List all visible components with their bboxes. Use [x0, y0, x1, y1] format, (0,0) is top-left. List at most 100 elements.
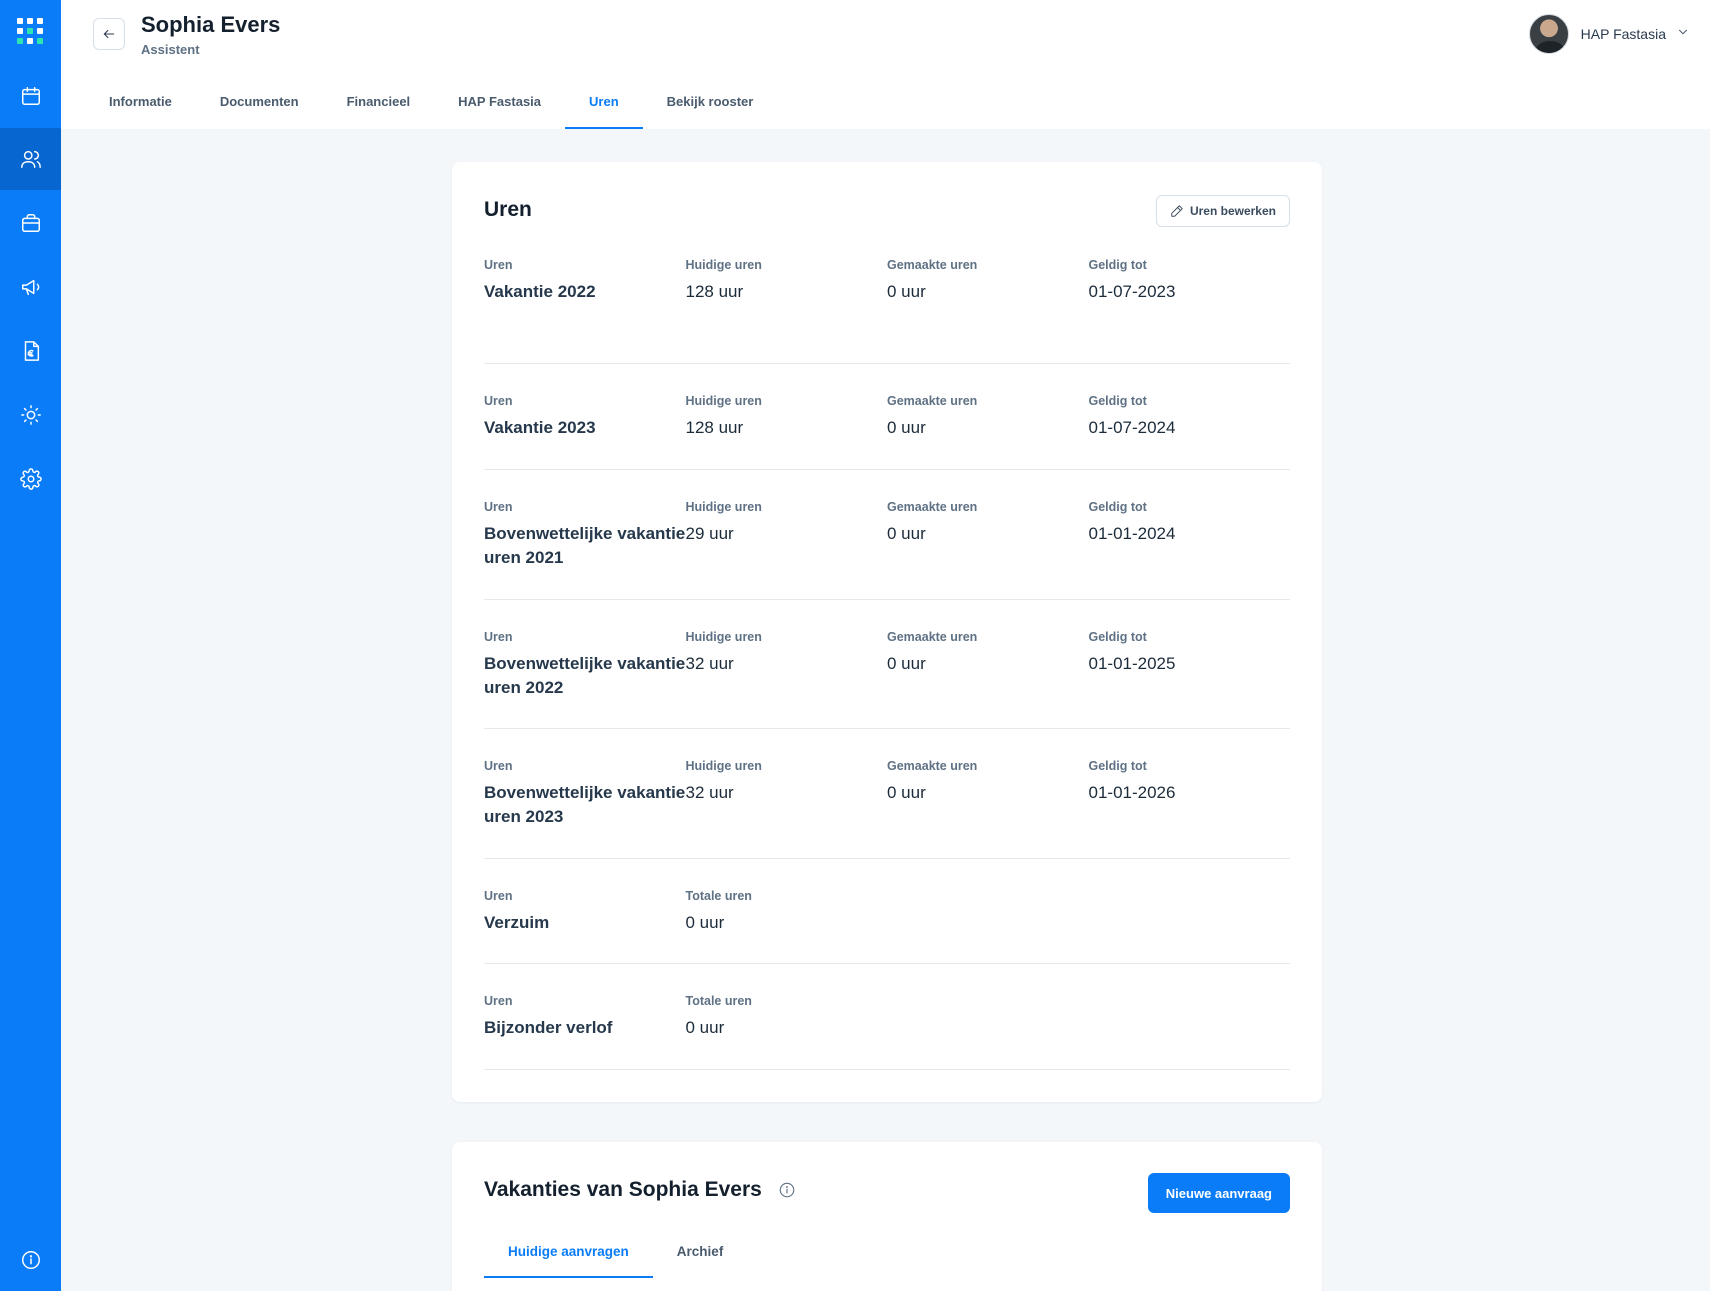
chevron-down-icon: [1678, 29, 1688, 34]
col-label: Gemaakte uren: [887, 394, 978, 408]
tab-huidige-aanvragen[interactable]: Huidige aanvragen: [484, 1234, 653, 1278]
hours-type: Vakantie 2023: [484, 418, 596, 437]
col-label: Uren: [484, 889, 513, 903]
col-label: Geldig tot: [1088, 258, 1147, 272]
valid-until: 01-01-2026: [1088, 783, 1176, 802]
col-label: Huidige uren: [685, 258, 762, 272]
megaphone-icon: [21, 279, 39, 296]
sidebar: [0, 0, 61, 1291]
used-hours: 0 uur: [887, 524, 926, 543]
current-hours: 29 uur: [685, 524, 734, 543]
users-icon: [20, 150, 41, 168]
used-hours: 0 uur: [887, 418, 926, 437]
uren-title: Uren: [484, 198, 532, 221]
current-hours: 32 uur: [685, 783, 734, 802]
uren-row: Uren Bijzonder verlof Totale uren 0 uur: [484, 964, 1290, 1070]
col-label: Geldig tot: [1088, 500, 1147, 514]
col-label: Uren: [484, 994, 513, 1008]
calendar-icon: [21, 87, 40, 105]
briefcase-icon: [21, 214, 40, 232]
col-label: Totale uren: [685, 889, 752, 903]
apps-logo-icon[interactable]: [17, 18, 43, 44]
gear-icon: [19, 468, 42, 490]
info-icon[interactable]: [778, 1181, 796, 1199]
uren-row: Uren Vakantie 2022 Huidige uren 128 uur Ge…: [484, 258, 1290, 364]
info-icon: [21, 1251, 40, 1269]
avatar: [1528, 14, 1569, 54]
col-label: Geldig tot: [1088, 630, 1147, 644]
vakanties-title: Vakanties van Sophia Evers: [484, 1178, 762, 1201]
vakanties-tabs: Huidige aanvragen Archief: [484, 1234, 747, 1278]
used-hours: 0 uur: [887, 654, 926, 673]
sidebar-item-info[interactable]: [0, 1229, 61, 1291]
sidebar-item-vacation[interactable]: [0, 384, 61, 446]
uren-row: Uren Bovenwettelijke vakantie uren 2023 H…: [484, 729, 1290, 859]
col-label: Uren: [484, 630, 513, 644]
tab-documenten[interactable]: Documenten: [196, 86, 323, 129]
tab-uren[interactable]: Uren: [565, 86, 643, 129]
tab-bar: Informatie Documenten Financieel HAP Fas…: [85, 86, 777, 129]
hours-type: Bovenwettelijke vakantie uren 2022: [484, 654, 686, 697]
back-button[interactable]: [93, 18, 125, 50]
tab-informatie[interactable]: Informatie: [85, 86, 196, 129]
current-hours: 32 uur: [685, 654, 734, 673]
uren-list: Uren Vakantie 2022 Huidige uren 128 uur Ge…: [484, 258, 1290, 1070]
uren-row: Uren Verzuim Totale uren 0 uur: [484, 859, 1290, 964]
valid-until: 01-01-2025: [1088, 654, 1176, 673]
col-label: Huidige uren: [685, 630, 762, 644]
col-label: Uren: [484, 258, 513, 272]
hours-type: Bovenwettelijke vakantie uren 2021: [484, 524, 686, 567]
col-label: Gemaakte uren: [887, 500, 978, 514]
hours-type: Verzuim: [484, 913, 550, 932]
sidebar-item-invoices[interactable]: [0, 320, 61, 382]
page-title: Sophia Evers: [141, 12, 281, 37]
tab-bekijk-rooster[interactable]: Bekijk rooster: [643, 86, 778, 129]
col-label: Geldig tot: [1088, 759, 1147, 773]
sidebar-item-settings[interactable]: [0, 448, 61, 510]
col-label: Uren: [484, 759, 513, 773]
tab-hap-fastasia[interactable]: HAP Fastasia: [434, 86, 565, 129]
current-hours: 128 uur: [685, 282, 744, 301]
col-label: Gemaakte uren: [887, 630, 978, 644]
user-name: HAP Fastasia: [1580, 26, 1666, 42]
col-label: Gemaakte uren: [887, 258, 978, 272]
hours-type: Vakantie 2022: [484, 282, 596, 301]
sun-icon: [20, 405, 41, 425]
col-label: Huidige uren: [685, 500, 762, 514]
uren-row: Uren Bovenwettelijke vakantie uren 2021 H…: [484, 470, 1290, 600]
uren-row: Uren Bovenwettelijke vakantie uren 2022 H…: [484, 600, 1290, 729]
pencil-icon: [1171, 205, 1183, 217]
arrow-left-icon: [103, 29, 115, 39]
col-label: Uren: [484, 500, 513, 514]
edit-uren-button[interactable]: Uren bewerken: [1155, 195, 1290, 227]
total-hours: 0 uur: [685, 1018, 725, 1037]
sidebar-item-calendar[interactable]: [0, 65, 61, 127]
sidebar-item-announcements[interactable]: [0, 256, 61, 318]
current-hours: 128 uur: [685, 418, 744, 437]
sidebar-item-briefcase[interactable]: [0, 192, 61, 254]
tab-financieel[interactable]: Financieel: [323, 86, 435, 129]
used-hours: 0 uur: [887, 282, 926, 301]
uren-row: Uren Vakantie 2023 Huidige uren 128 uur Ge…: [484, 364, 1290, 470]
valid-until: 01-07-2023: [1088, 282, 1176, 301]
valid-until: 01-07-2024: [1088, 418, 1176, 437]
vakanties-title-wrap: Vakanties van Sophia Evers: [484, 1178, 796, 1202]
user-menu[interactable]: HAP Fastasia: [1528, 14, 1690, 54]
col-label: Uren: [484, 394, 513, 408]
sidebar-item-users[interactable]: [0, 128, 61, 190]
invoice-euro-icon: [24, 341, 39, 361]
hours-type: Bovenwettelijke vakantie uren 2023: [484, 783, 686, 826]
page-header: Sophia Evers Assistent HAP Fastasia Info…: [61, 0, 1710, 129]
col-label: Huidige uren: [685, 394, 762, 408]
vakanties-card: Vakanties van Sophia Evers Nieuwe aanvra…: [452, 1142, 1322, 1291]
valid-until: 01-01-2024: [1088, 524, 1176, 543]
uren-card: Uren Uren bewerken Uren Vakantie 2022 Hui…: [452, 162, 1322, 1102]
tab-archief[interactable]: Archief: [653, 1234, 748, 1278]
col-label: Gemaakte uren: [887, 759, 978, 773]
person-role: Assistent: [141, 42, 200, 57]
new-request-button[interactable]: Nieuwe aanvraag: [1147, 1173, 1290, 1213]
col-label: Totale uren: [685, 994, 752, 1008]
used-hours: 0 uur: [887, 783, 926, 802]
hours-type: Bijzonder verlof: [484, 1018, 613, 1037]
col-label: Geldig tot: [1088, 394, 1147, 408]
